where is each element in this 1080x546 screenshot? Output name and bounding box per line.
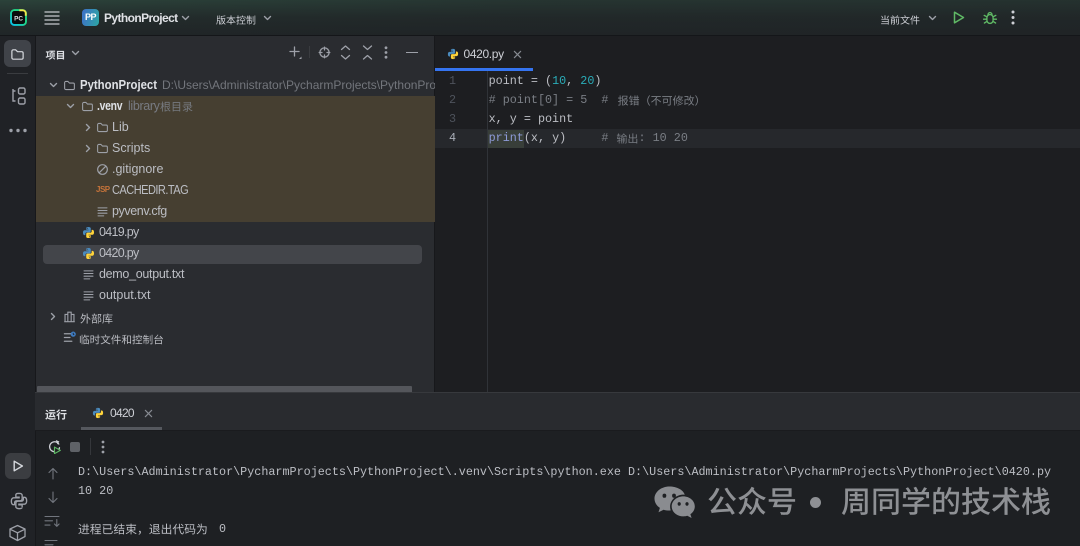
svg-text:PC: PC — [14, 15, 23, 22]
